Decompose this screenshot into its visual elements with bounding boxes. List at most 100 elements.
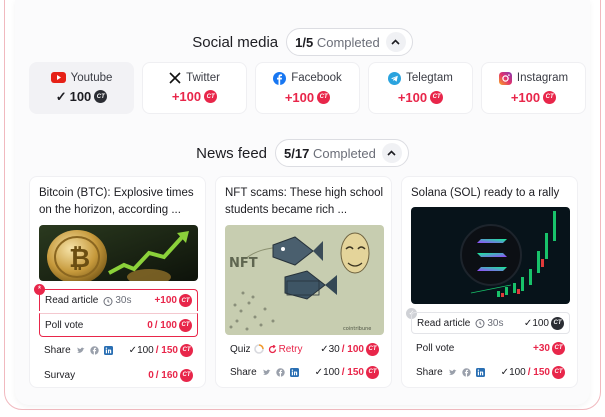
social-cards: Youtube ✓ 100 CT Twitter +100 CT Faceboo… bbox=[29, 62, 586, 114]
social-name-twitter: Twitter bbox=[186, 72, 220, 84]
twitter-share-icon[interactable] bbox=[262, 368, 271, 377]
news-progress-pill: 5/17 Completed bbox=[275, 139, 409, 167]
quiz-label: Quiz bbox=[230, 343, 251, 355]
task-survey[interactable]: Survay 0 / 160 CT bbox=[39, 364, 198, 386]
share-total: / 150 bbox=[155, 344, 178, 356]
ct-coin-icon: CT bbox=[552, 365, 565, 379]
instagram-icon bbox=[498, 71, 512, 85]
social-card-facebook[interactable]: Facebook +100 CT bbox=[255, 62, 360, 114]
share-done: 100 bbox=[509, 366, 526, 378]
ct-coin-icon: CT bbox=[551, 316, 564, 330]
share-total: / 150 bbox=[527, 366, 550, 378]
linkedin-share-icon[interactable] bbox=[289, 367, 299, 377]
quiz-done: 30 bbox=[328, 343, 340, 355]
ct-coin-icon: CT bbox=[204, 90, 218, 103]
news-image-solana[interactable] bbox=[411, 207, 570, 304]
linkedin-share-icon[interactable] bbox=[103, 345, 113, 355]
chevron-up-icon bbox=[391, 39, 400, 45]
poll-vote-label: Poll vote bbox=[416, 342, 455, 354]
check-icon: ✓ bbox=[314, 366, 324, 378]
task-read-article[interactable]: Read article 30s +100 CT bbox=[39, 289, 198, 311]
ct-coin-icon: CT bbox=[180, 343, 193, 357]
task-read-article[interactable]: Read article 30s ✓ 100 CT bbox=[411, 312, 570, 334]
news-title[interactable]: NFT scams: These high school students be… bbox=[225, 185, 387, 219]
task-share[interactable]: Share ✓ 100 / 150 CT bbox=[39, 339, 198, 361]
ct-coin-icon: CT bbox=[543, 90, 557, 104]
social-reward-twitter: +100 bbox=[171, 89, 202, 104]
survey-total: / 160 bbox=[155, 369, 178, 381]
news-title[interactable]: Bitcoin (BTC): Explosive times on the ho… bbox=[39, 185, 201, 219]
news-image-bitcoin[interactable]: ₿ bbox=[39, 225, 198, 281]
poll-reward: +30 bbox=[533, 342, 550, 354]
survey-done: 0 bbox=[148, 369, 154, 381]
social-reward-instagram: +100 bbox=[510, 89, 541, 105]
social-collapse-button[interactable] bbox=[385, 32, 406, 52]
share-label: Share bbox=[230, 366, 257, 378]
social-card-twitter[interactable]: Twitter +100 CT bbox=[142, 62, 247, 114]
share-label: Share bbox=[416, 366, 443, 378]
ct-coin-icon: CT bbox=[317, 90, 331, 104]
image-watermark: cointribune bbox=[343, 326, 371, 332]
news-card-solana[interactable]: Solana (SOL) ready to a rally ✓ Read art… bbox=[401, 176, 578, 388]
timer: 30s bbox=[475, 318, 503, 329]
task-share[interactable]: Share ✓ 100 / 150 CT bbox=[225, 361, 384, 383]
ct-coin-icon: CT bbox=[179, 294, 192, 307]
social-media-header: Social media 1/5 Completed bbox=[0, 28, 605, 56]
news-card-nft-scams[interactable]: NFT scams: These high school students be… bbox=[215, 176, 392, 388]
facebook-share-icon[interactable] bbox=[461, 367, 471, 377]
share-done: 100 bbox=[323, 366, 340, 378]
quiz-retry-button[interactable]: Retry bbox=[268, 343, 303, 355]
social-name-instagram: Instagram bbox=[516, 72, 569, 84]
nft-caption: NFT bbox=[229, 256, 258, 271]
check-icon: ✓ bbox=[523, 317, 533, 329]
news-progress-count: 5/17 bbox=[284, 145, 310, 161]
news-title[interactable]: Solana (SOL) ready to a rally bbox=[411, 185, 573, 202]
share-done: 100 bbox=[137, 344, 154, 356]
task-quiz[interactable]: Quiz Retry ✓ 30 / 100 CT bbox=[225, 338, 384, 360]
social-card-youtube[interactable]: Youtube ✓ 100 CT bbox=[29, 62, 134, 114]
social-reward-facebook: +100 bbox=[284, 89, 315, 105]
twitter-share-icon[interactable] bbox=[76, 346, 85, 355]
ct-coin-icon: CT bbox=[94, 90, 108, 103]
poll-total: / 100 bbox=[154, 319, 177, 331]
news-feed-header: News feed 5/17 Completed bbox=[0, 139, 605, 167]
news-card-bitcoin[interactable]: Bitcoin (BTC): Explosive times on the ho… bbox=[29, 176, 206, 388]
task-poll-vote[interactable]: Poll vote +30 CT bbox=[411, 337, 570, 359]
social-reward-telegram: +100 bbox=[397, 89, 428, 105]
ct-coin-icon: CT bbox=[366, 365, 379, 379]
ct-coin-icon: CT bbox=[366, 342, 379, 356]
news-collapse-button[interactable] bbox=[381, 143, 402, 163]
read-time: 30s bbox=[115, 295, 132, 306]
facebook-share-icon[interactable] bbox=[275, 367, 285, 377]
check-icon: ✓ bbox=[55, 88, 67, 104]
news-image-nft[interactable]: NFT cointribune bbox=[225, 225, 384, 335]
facebook-share-icon[interactable] bbox=[89, 345, 99, 355]
telegram-icon bbox=[388, 71, 402, 85]
poll-done: 0 bbox=[147, 319, 153, 331]
social-card-telegram[interactable]: Telegtam +100 CT bbox=[368, 62, 473, 114]
check-icon: ✓ bbox=[320, 343, 329, 355]
task-poll-vote[interactable]: Poll vote 0 / 100 CT bbox=[39, 313, 198, 337]
share-label: Share bbox=[44, 344, 71, 356]
ct-coin-icon: CT bbox=[180, 368, 193, 382]
read-article-label: Read article bbox=[45, 295, 99, 306]
chevron-up-icon bbox=[387, 150, 396, 156]
read-time: 30s bbox=[487, 317, 504, 329]
social-media-title: Social media bbox=[192, 33, 279, 51]
quiz-total: / 100 bbox=[341, 343, 364, 355]
social-card-instagram[interactable]: Instagram +100 CT bbox=[481, 62, 586, 114]
quiz-retry-label: Retry bbox=[278, 343, 303, 355]
facebook-icon bbox=[273, 71, 287, 85]
x-twitter-icon bbox=[169, 72, 181, 84]
twitter-share-icon[interactable] bbox=[448, 368, 457, 377]
linkedin-share-icon[interactable] bbox=[475, 367, 485, 377]
timer-icon bbox=[103, 296, 113, 306]
youtube-icon bbox=[50, 72, 66, 83]
task-share[interactable]: Share ✓ 100 / 150 CT bbox=[411, 361, 570, 383]
social-progress-count: 1/5 bbox=[295, 34, 314, 50]
social-name-youtube: Youtube bbox=[70, 71, 113, 84]
timer-icon bbox=[475, 319, 485, 328]
news-progress-label: Completed bbox=[312, 145, 376, 161]
social-name-facebook: Facebook bbox=[291, 72, 342, 84]
social-progress-pill: 1/5 Completed bbox=[286, 28, 413, 56]
